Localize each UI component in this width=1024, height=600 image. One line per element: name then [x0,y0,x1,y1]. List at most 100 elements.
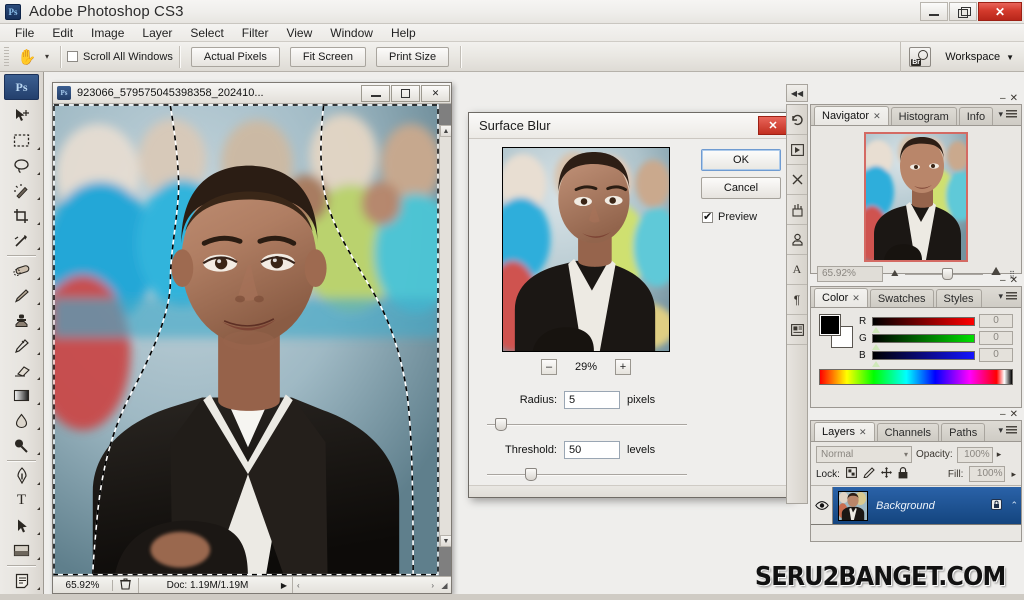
checkbox-box[interactable] [67,51,78,62]
menu-select[interactable]: Select [181,25,232,41]
navigator-zoom-slider[interactable]: ⛰ ⛰ [889,264,1003,281]
restore-button[interactable] [949,2,977,21]
canvas-vertical-scrollbar[interactable]: ▲ ▼ [439,125,451,547]
close-button[interactable]: ✕ [978,2,1022,21]
color-spectrum-ramp[interactable] [819,369,1013,385]
small-mountain-icon[interactable]: ⛰ [891,268,899,279]
eye-icon[interactable] [811,487,833,524]
menu-edit[interactable]: Edit [43,25,82,41]
blur-tool[interactable] [0,408,43,433]
dialog-close-button[interactable]: ✕ [758,116,788,135]
clone-source-panel-icon[interactable] [787,225,807,255]
color-close-button[interactable]: ✕ [1010,275,1018,286]
layers-minimize-button[interactable]: – [1000,409,1006,420]
preview-zoom-out-button[interactable]: – [541,359,557,375]
layer-row-background[interactable]: Background ⌃ [811,487,1021,525]
menu-layer[interactable]: Layer [133,25,181,41]
scroll-left-icon[interactable]: ‹ [297,581,300,590]
healing-brush-tool[interactable] [0,258,43,283]
tab-color[interactable]: Color ✕ [814,288,868,307]
magic-wand-tool[interactable] [0,178,43,203]
scroll-right-icon[interactable]: › [431,581,434,590]
navigator-thumbnail[interactable] [864,132,968,262]
close-icon[interactable]: ✕ [852,293,860,304]
tab-navigator[interactable]: Navigator ✕ [814,106,889,125]
tool-presets-panel-icon[interactable] [787,165,807,195]
radius-input[interactable]: 5 [564,391,620,409]
lock-image-pixels-icon[interactable] [863,467,875,481]
document-minimize-button[interactable] [361,84,390,102]
history-panel-icon[interactable] [787,105,807,135]
channel-g-value[interactable]: 0 [979,331,1013,345]
actual-pixels-button[interactable]: Actual Pixels [190,46,280,67]
channel-r-value[interactable]: 0 [979,314,1013,328]
layers-panel-menu-button[interactable]: ▾ [998,425,1017,436]
layer-name[interactable]: Background [876,500,991,512]
minimize-button[interactable] [920,2,948,21]
preview-checkbox[interactable]: Preview [702,210,757,223]
menu-view[interactable]: View [277,25,321,41]
foreground-color-swatch[interactable] [819,314,841,336]
trash-icon[interactable] [113,577,139,593]
print-size-button[interactable]: Print Size [375,46,450,67]
document-horizontal-scrollbar[interactable]: ‹ › [292,577,438,593]
history-brush-tool[interactable] [0,333,43,358]
menu-image[interactable]: Image [82,25,133,41]
navigator-minimize-button[interactable]: – [1000,93,1006,104]
channel-r-slider[interactable] [872,316,975,333]
document-restore-button[interactable] [391,84,420,102]
rectangle-shape-tool[interactable] [0,538,43,563]
radius-slider-thumb[interactable] [495,418,507,431]
scroll-down-button[interactable]: ▼ [440,535,451,547]
actions-panel-icon[interactable] [787,135,807,165]
paragraph-panel-icon[interactable]: ¶ [787,285,807,315]
opacity-value[interactable]: 100% [956,446,993,463]
tab-layers[interactable]: Layers ✕ [814,422,875,441]
document-title-bar[interactable]: Ps 923066_579575045398358_202410... ✕ [53,83,451,104]
slice-tool[interactable] [0,228,43,253]
menu-window[interactable]: Window [321,25,382,41]
eraser-tool[interactable] [0,358,43,383]
document-zoom-level[interactable]: 65.92% [53,579,113,591]
clone-stamp-tool[interactable] [0,308,43,333]
radius-slider[interactable] [487,418,687,432]
dialog-preview-image[interactable] [502,147,670,352]
blend-mode-select[interactable]: Normal ▾ [816,446,912,463]
layers-close-button[interactable]: ✕ [1010,409,1018,420]
menu-help[interactable]: Help [382,25,425,41]
color-minimize-button[interactable]: – [1000,275,1006,286]
tab-swatches[interactable]: Swatches [869,289,934,307]
threshold-slider-thumb[interactable] [525,468,537,481]
dodge-tool[interactable] [0,433,43,458]
cancel-button[interactable]: Cancel [701,177,781,199]
brush-tool[interactable] [0,283,43,308]
notes-tool[interactable] [0,568,43,593]
layer-expand-icon[interactable]: ⌃ [1010,500,1018,511]
navigator-slider-thumb[interactable] [941,268,953,280]
brushes-panel-icon[interactable] [787,195,807,225]
fit-screen-button[interactable]: Fit Screen [289,46,366,67]
move-tool[interactable] [0,103,43,128]
opacity-stepper-icon[interactable]: ▸ [997,449,1002,460]
scroll-up-button[interactable]: ▲ [440,125,451,137]
lock-all-icon[interactable] [898,466,908,482]
close-icon[interactable]: ✕ [873,111,881,122]
rectangular-marquee-tool[interactable] [0,128,43,153]
lock-position-icon[interactable] [880,467,892,481]
channel-b-value[interactable]: 0 [979,348,1013,362]
workspace-label[interactable]: Workspace [945,51,1000,63]
tab-histogram[interactable]: Histogram [890,107,957,125]
tab-channels[interactable]: Channels [876,423,940,441]
layer-comps-panel-icon[interactable] [787,315,807,345]
fill-value[interactable]: 100% [969,466,1006,482]
status-expand-arrow-icon[interactable]: ▶ [276,581,292,590]
pen-tool[interactable] [0,463,43,488]
checkbox-box[interactable] [702,210,713,223]
close-icon[interactable]: ✕ [859,427,867,438]
menu-filter[interactable]: Filter [233,25,278,41]
canvas-image-area[interactable] [53,104,439,576]
path-selection-tool[interactable] [0,513,43,538]
tab-info[interactable]: Info [958,107,994,125]
navigator-panel-menu-button[interactable]: ▾ [998,109,1017,120]
document-close-button[interactable]: ✕ [421,84,450,102]
